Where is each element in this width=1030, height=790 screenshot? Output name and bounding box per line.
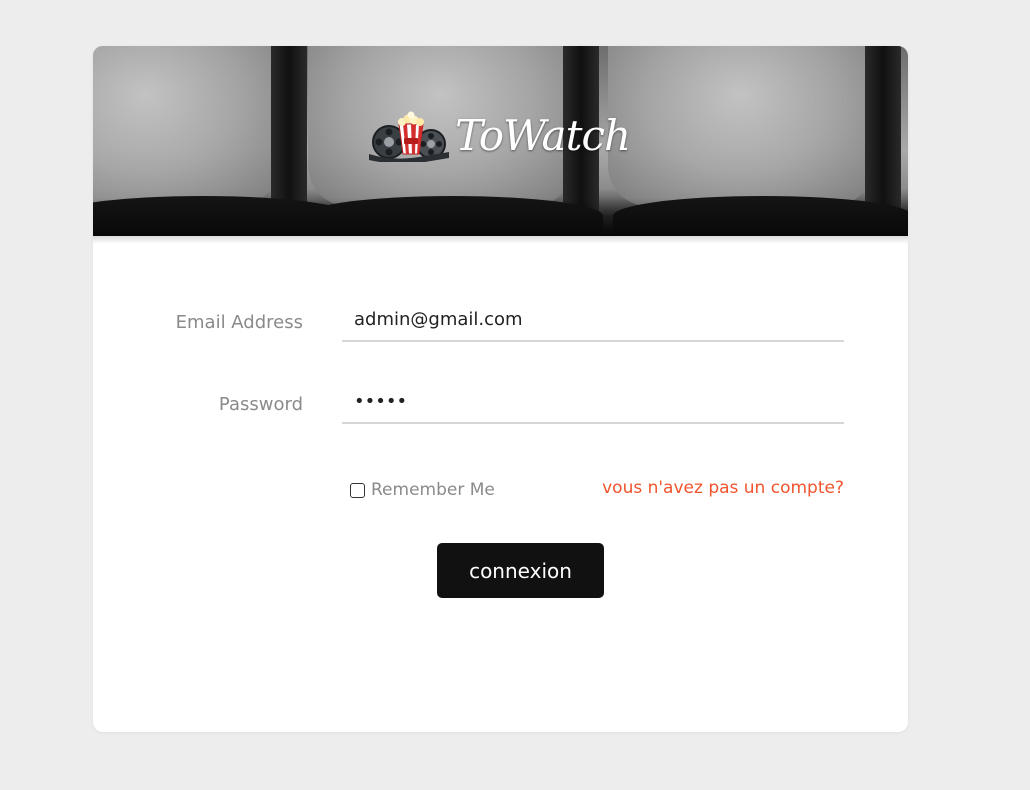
login-button[interactable]: connexion <box>437 543 604 598</box>
brand-logo: ToWatch <box>365 108 631 162</box>
password-label: Password <box>218 394 303 415</box>
popcorn-film-reel-icon <box>369 111 449 162</box>
remember-me-label: Remember Me <box>371 480 495 500</box>
password-field[interactable] <box>342 380 844 424</box>
signup-link[interactable]: vous n'avez pas un compte? <box>602 478 844 498</box>
brand-name: ToWatch <box>455 110 631 160</box>
header-banner: ToWatch <box>93 46 908 236</box>
email-field[interactable] <box>342 298 844 342</box>
remember-me[interactable]: Remember Me <box>350 480 495 500</box>
email-label: Email Address <box>175 312 303 333</box>
remember-me-checkbox[interactable] <box>350 482 365 498</box>
login-card: ToWatch Email Address Password Remember … <box>93 46 908 732</box>
banner-fade <box>93 234 908 244</box>
